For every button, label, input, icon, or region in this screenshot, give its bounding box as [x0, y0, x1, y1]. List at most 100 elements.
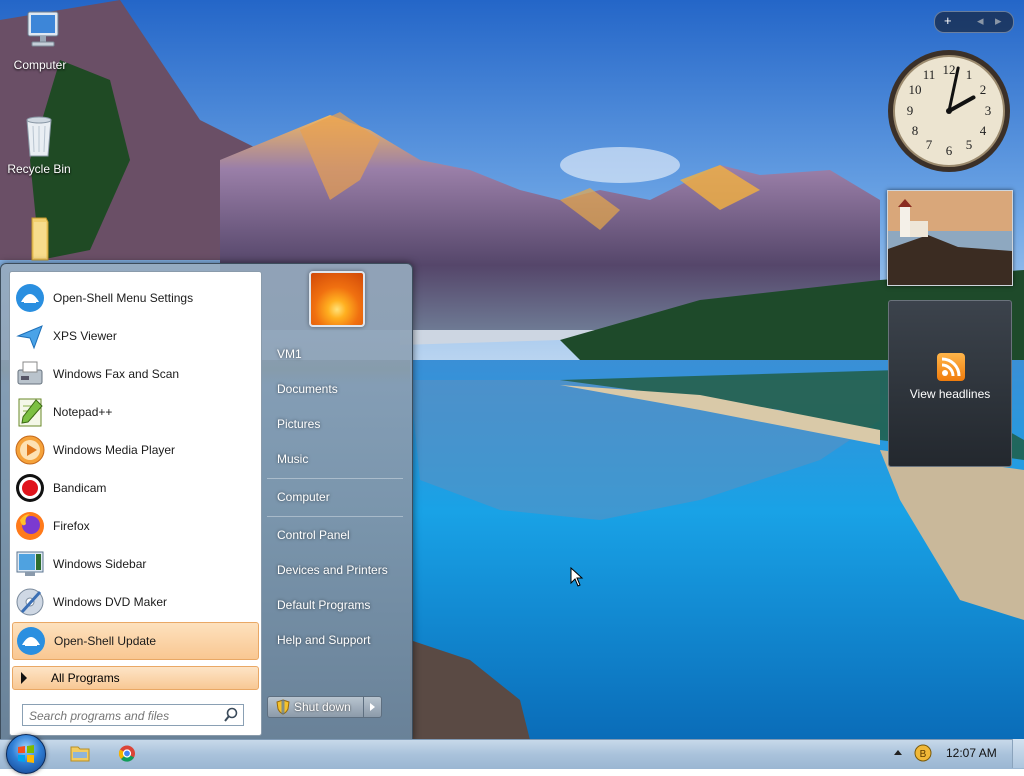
svg-text:12: 12: [943, 62, 956, 77]
program-item-bandicam[interactable]: Bandicam: [12, 470, 257, 506]
menu-item-user-folder[interactable]: VM1: [267, 341, 407, 367]
shutdown-button[interactable]: Shut down: [267, 696, 365, 718]
clock-gadget[interactable]: 12 1 2 345 678 9 10 11: [886, 48, 1012, 174]
menu-item-computer[interactable]: Computer: [267, 484, 407, 510]
gadget-toolbar: + ◂ ▸: [934, 11, 1014, 33]
desktop-icon-computer[interactable]: Computer: [2, 8, 78, 72]
firefox-icon: [14, 510, 46, 542]
show-desktop-button[interactable]: [1012, 739, 1024, 768]
recycle-bin-icon: [15, 112, 63, 160]
start-menu: Open-Shell Menu Settings XPS Viewer Wind…: [0, 263, 413, 741]
svg-text:3: 3: [985, 103, 992, 118]
program-item-media-player[interactable]: Windows Media Player: [12, 432, 257, 468]
open-shell-icon: [15, 625, 47, 657]
desktop-icon-recycle-bin[interactable]: Recycle Bin: [1, 112, 77, 176]
program-item-notepad-plus[interactable]: Notepad++: [12, 394, 257, 430]
taskbar-explorer-button[interactable]: [62, 741, 98, 766]
search-input[interactable]: [27, 707, 217, 724]
svg-text:8: 8: [912, 123, 919, 138]
svg-text:11: 11: [923, 67, 936, 82]
view-headlines-link[interactable]: View headlines: [889, 387, 1011, 401]
chevron-up-icon: [894, 750, 902, 755]
search-box[interactable]: [22, 704, 244, 726]
menu-item-label: Devices and Printers: [277, 563, 388, 577]
program-item-firefox[interactable]: Firefox: [12, 508, 257, 544]
user-avatar[interactable]: [309, 271, 365, 327]
menu-item-label: Computer: [277, 490, 330, 504]
dvd-maker-icon: [14, 586, 46, 618]
show-hidden-icons-button[interactable]: [892, 746, 904, 760]
desktop-icon-label: Computer: [13, 58, 67, 72]
program-label: Open-Shell Menu Settings: [53, 291, 194, 305]
media-player-icon: [14, 434, 46, 466]
tray-clock[interactable]: 12:07 AM: [946, 746, 997, 760]
program-label: Windows Sidebar: [53, 557, 147, 571]
all-programs-label: All Programs: [51, 671, 120, 685]
menu-item-label: Help and Support: [277, 633, 371, 647]
svg-text:2: 2: [980, 82, 987, 97]
menu-item-documents[interactable]: Documents: [267, 376, 407, 402]
program-item-windows-sidebar[interactable]: Windows Sidebar: [12, 546, 257, 582]
slideshow-gadget[interactable]: [887, 190, 1013, 286]
menu-item-devices-printers[interactable]: Devices and Printers: [267, 557, 407, 583]
folder-icon: [16, 214, 64, 262]
open-shell-icon: [14, 282, 46, 314]
program-label: XPS Viewer: [53, 329, 117, 343]
menu-item-label: Documents: [277, 382, 338, 396]
program-label: Firefox: [53, 519, 90, 533]
program-label: Bandicam: [53, 481, 107, 495]
xps-viewer-icon: [14, 320, 46, 352]
start-button[interactable]: [6, 734, 46, 774]
menu-item-music[interactable]: Music: [267, 446, 407, 472]
menu-item-label: VM1: [277, 347, 302, 361]
program-label: Windows Fax and Scan: [53, 367, 180, 381]
program-label: Windows Media Player: [53, 443, 176, 457]
svg-text:6: 6: [946, 143, 953, 158]
sidebar-icon: [14, 548, 46, 580]
program-item-xps-viewer[interactable]: XPS Viewer: [12, 318, 257, 354]
chevron-right-icon: [370, 703, 375, 711]
desktop-icon-folder[interactable]: [2, 214, 78, 264]
lighthouse-photo: [888, 191, 1012, 285]
program-label: Notepad++: [53, 405, 113, 419]
svg-text:4: 4: [980, 123, 987, 138]
svg-text:7: 7: [926, 137, 933, 152]
taskbar-chrome-button[interactable]: [109, 741, 145, 766]
menu-item-label: Pictures: [277, 417, 321, 431]
menu-item-default-programs[interactable]: Default Programs: [267, 592, 407, 618]
chrome-icon: [118, 745, 135, 762]
program-label: Windows DVD Maker: [53, 595, 168, 609]
menu-item-help-support[interactable]: Help and Support: [267, 627, 407, 653]
program-list: Open-Shell Menu Settings XPS Viewer Wind…: [9, 271, 262, 736]
svg-text:10: 10: [909, 82, 922, 97]
menu-item-pictures[interactable]: Pictures: [267, 411, 407, 437]
shutdown-label: Shut down: [294, 700, 351, 714]
menu-separator: [267, 516, 403, 517]
desktop-icon-label: Recycle Bin: [7, 162, 71, 176]
prev-gadget-button[interactable]: ◂: [977, 13, 984, 29]
svg-text:9: 9: [907, 103, 914, 118]
expand-arrow-icon: [21, 672, 27, 684]
program-item-fax-scan[interactable]: Windows Fax and Scan: [12, 356, 257, 392]
menu-item-label: Default Programs: [277, 598, 371, 612]
taskbar: [0, 739, 1024, 769]
shutdown-options-button[interactable]: [363, 696, 382, 718]
program-item-open-shell-update[interactable]: Open-Shell Update: [12, 622, 259, 660]
menu-item-control-panel[interactable]: Control Panel: [267, 522, 407, 548]
program-item-open-shell-settings[interactable]: Open-Shell Menu Settings: [12, 280, 257, 316]
next-gadget-button[interactable]: ▸: [995, 13, 1002, 29]
program-label: Open-Shell Update: [54, 634, 157, 648]
add-gadget-button[interactable]: +: [944, 13, 952, 28]
svg-text:5: 5: [966, 137, 973, 152]
program-item-dvd-maker[interactable]: Windows DVD Maker: [12, 584, 257, 620]
folder-icon: [70, 746, 90, 762]
search-icon[interactable]: [223, 707, 239, 723]
mouse-cursor-icon: [570, 566, 584, 590]
menu-separator: [267, 478, 403, 479]
rss-icon: [937, 353, 965, 381]
menu-item-label: Music: [277, 452, 309, 466]
bandicam-icon: [14, 472, 46, 504]
all-programs-button[interactable]: All Programs: [12, 666, 259, 690]
tray-bandicam-icon[interactable]: B: [914, 744, 932, 762]
feed-headlines-gadget[interactable]: View headlines: [888, 300, 1012, 467]
